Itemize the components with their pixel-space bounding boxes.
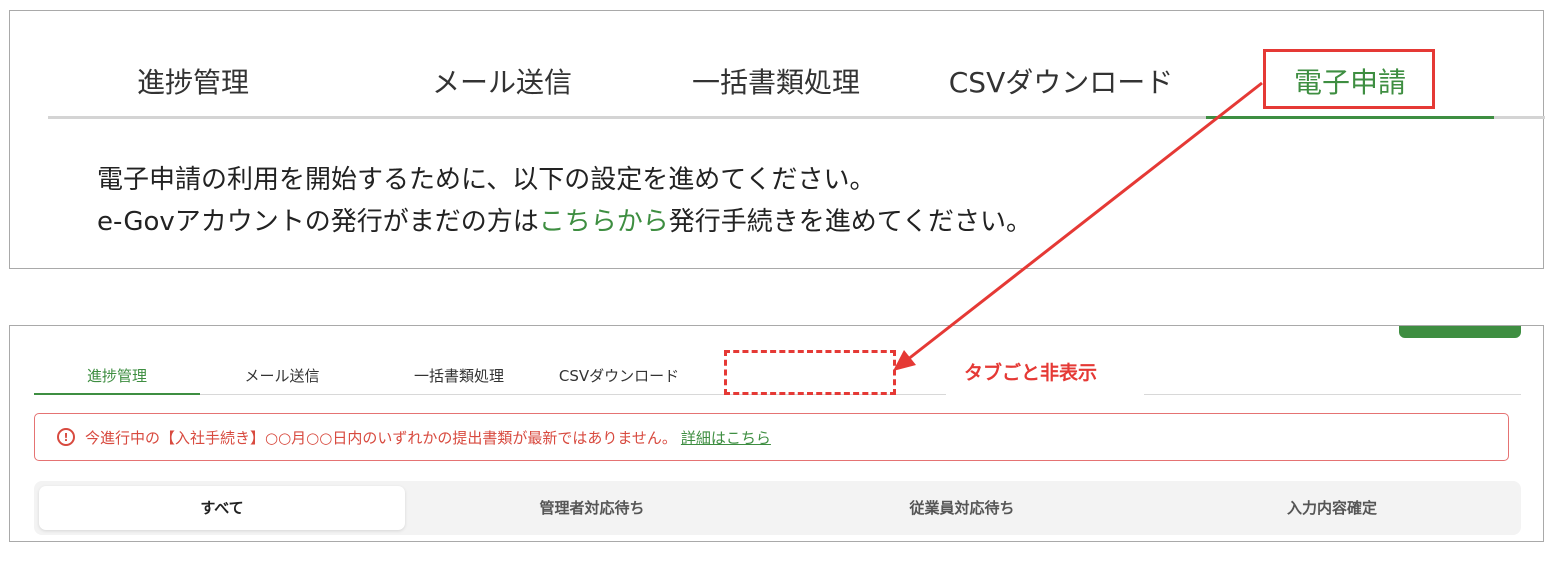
status-filter: すべて 管理者対応待ち 従業員対応待ち 入力内容確定 bbox=[34, 481, 1521, 535]
hidden-tab-placeholder bbox=[724, 350, 896, 395]
message-suffix: 発行手続きを進めてください。 bbox=[668, 207, 1033, 237]
top-panel: 進捗管理 メール送信 一括書類処理 CSVダウンロード 電子申請 電子申請の利用… bbox=[9, 10, 1545, 269]
e-application-message: 電子申請の利用を開始するために、以下の設定を進めてください。 e-Govアカウン… bbox=[97, 159, 1032, 243]
tab-bulk-documents[interactable]: 一括書類処理 bbox=[676, 61, 876, 116]
outdated-documents-alert: ! 今進行中の【入社手続き】○○月○○日内のいずれかの提出書類が最新ではありませ… bbox=[34, 413, 1509, 461]
bottom-panel: 進捗管理 メール送信 一括書類処理 CSVダウンロード タブごと非表示 ! 今進… bbox=[9, 325, 1544, 542]
tab-highlight-box bbox=[1263, 49, 1435, 109]
tab-border-gap bbox=[946, 390, 1144, 396]
filter-admin-waiting[interactable]: 管理者対応待ち bbox=[409, 486, 775, 530]
tab-csv-download[interactable]: CSVダウンロード bbox=[534, 356, 704, 394]
tab-bulk-documents[interactable]: 一括書類処理 bbox=[384, 356, 534, 394]
message-prefix: e-Govアカウントの発行がまだの方は bbox=[97, 207, 539, 237]
tab-mail[interactable]: メール送信 bbox=[402, 61, 602, 116]
message-line-2: e-Govアカウントの発行がまだの方はこちらから発行手続きを進めてください。 bbox=[97, 201, 1032, 243]
green-button-edge bbox=[1399, 326, 1521, 338]
tab-progress[interactable]: 進捗管理 bbox=[34, 356, 200, 395]
filter-confirmed[interactable]: 入力内容確定 bbox=[1149, 486, 1515, 530]
tab-mail[interactable]: メール送信 bbox=[200, 356, 364, 394]
tab-csv-download[interactable]: CSVダウンロード bbox=[936, 61, 1186, 116]
message-line-1: 電子申請の利用を開始するために、以下の設定を進めてください。 bbox=[97, 165, 876, 195]
alert-details-link[interactable]: 詳細はこちら bbox=[681, 427, 771, 448]
filter-employee-waiting[interactable]: 従業員対応待ち bbox=[779, 486, 1145, 530]
alert-text: 今進行中の【入社手続き】○○月○○日内のいずれかの提出書類が最新ではありません。 bbox=[85, 428, 677, 447]
hidden-tab-note: タブごと非表示 bbox=[964, 362, 1098, 384]
egov-signup-link[interactable]: こちらから bbox=[539, 207, 669, 237]
filter-all[interactable]: すべて bbox=[39, 486, 405, 530]
alert-icon: ! bbox=[57, 428, 75, 446]
tab-progress[interactable]: 進捗管理 bbox=[98, 61, 288, 116]
